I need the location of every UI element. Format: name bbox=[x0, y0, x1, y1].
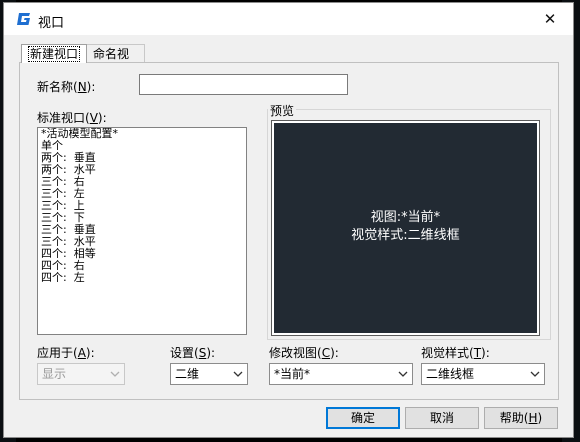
setup-select[interactable]: 二维 bbox=[170, 363, 248, 385]
visual-style-select[interactable]: 二维线框 bbox=[421, 363, 545, 385]
chevron-down-icon bbox=[398, 371, 408, 377]
preview-visual-style-text: 视觉样式:二维线框 bbox=[351, 228, 460, 243]
list-item[interactable]: *活动模型配置* bbox=[38, 128, 246, 140]
visual-style-label: 视觉样式(T): bbox=[421, 346, 490, 360]
close-icon: ✕ bbox=[543, 10, 557, 28]
change-view-select[interactable]: *当前* bbox=[269, 363, 413, 385]
window-title: 视口 bbox=[38, 16, 65, 31]
change-view-label: 修改视图(C): bbox=[269, 346, 339, 360]
title-bar: 视口 ✕ bbox=[4, 3, 573, 35]
chevron-down-icon bbox=[233, 371, 243, 377]
preview-info: 视图:*当前* 视觉样式:二维线框 bbox=[274, 209, 537, 245]
tab-label: 新建视口 bbox=[28, 46, 81, 62]
help-button[interactable]: 帮助(H) bbox=[484, 407, 558, 429]
standard-viewports-list[interactable]: *活动模型配置* 单个 两个: 垂直 两个: 水平 三个: 右 三个: 左 三个… bbox=[37, 127, 247, 335]
list-item[interactable]: 四个: 左 bbox=[38, 272, 246, 284]
preview-label: 预览 bbox=[268, 102, 297, 119]
new-name-label: 新名称(N): bbox=[37, 80, 96, 94]
viewports-dialog: 视口 ✕ 新建视口 命名视口 新名称(N): 标准视口(V): *活动模型配置*… bbox=[3, 2, 574, 438]
preview-view-text: 视图:*当前* bbox=[370, 210, 441, 225]
apply-to-label: 应用于(A): bbox=[37, 346, 95, 360]
preview-screen: 视图:*当前* 视觉样式:二维线框 bbox=[271, 120, 540, 336]
app-logo-icon bbox=[17, 13, 30, 25]
standard-viewports-label: 标准视口(V): bbox=[37, 111, 107, 125]
tab-named-viewports[interactable]: 命名视口 bbox=[86, 44, 145, 80]
ok-button[interactable]: 确定 bbox=[326, 407, 400, 429]
setup-label: 设置(S): bbox=[170, 346, 216, 360]
close-button[interactable]: ✕ bbox=[527, 3, 573, 35]
apply-to-select[interactable]: 显示 bbox=[37, 363, 125, 385]
tab-new-viewports[interactable]: 新建视口 bbox=[21, 44, 87, 63]
new-name-input[interactable] bbox=[139, 74, 348, 95]
cancel-button[interactable]: 取消 bbox=[405, 407, 479, 429]
chevron-down-icon bbox=[530, 371, 540, 377]
chevron-down-icon bbox=[110, 371, 120, 377]
